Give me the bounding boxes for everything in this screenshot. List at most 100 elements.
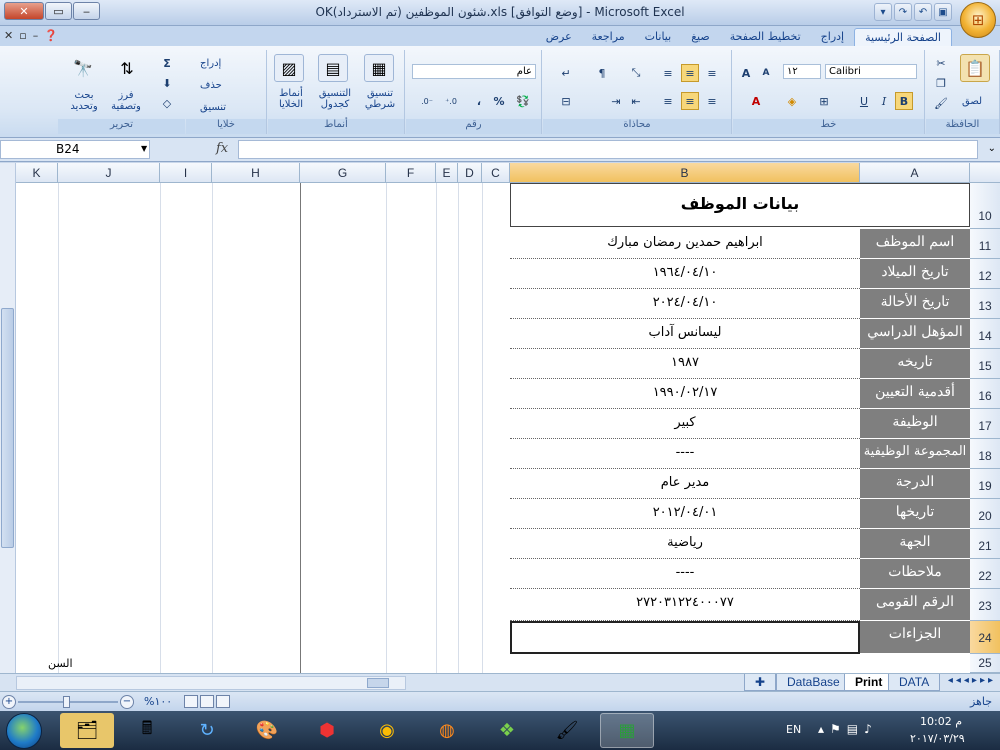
find-select-button[interactable]: بحث وتحديد: [62, 90, 106, 112]
tab-data[interactable]: بيانات: [635, 28, 682, 46]
office-button-icon[interactable]: ⊞: [960, 2, 996, 38]
sort-filter-button[interactable]: فرز وتصفية: [102, 90, 150, 112]
font-name-box[interactable]: Calibri: [825, 64, 917, 79]
format-as-table-icon[interactable]: ▤: [318, 54, 348, 82]
decrease-decimal-icon[interactable]: .0⁻: [418, 92, 436, 110]
cell-styles-button[interactable]: أنماط الخلايا: [270, 88, 312, 110]
comma-button[interactable]: ،: [470, 92, 488, 110]
column-header-j[interactable]: J: [58, 163, 160, 183]
refresh-app-icon[interactable]: ↻: [180, 713, 234, 748]
fill-icon[interactable]: ⬇: [158, 74, 176, 92]
grow-font-button[interactable]: A: [737, 64, 755, 82]
tab-home[interactable]: الصفحة الرئيسية: [854, 28, 952, 46]
align-right-icon[interactable]: ≡: [703, 92, 721, 110]
cut-icon[interactable]: ✂: [932, 54, 950, 72]
row-header[interactable]: 14: [970, 319, 1000, 349]
borders-icon[interactable]: ⊞: [815, 92, 833, 110]
cell-styles-icon[interactable]: ▨: [274, 54, 304, 82]
zoom-out-icon[interactable]: −: [120, 695, 134, 709]
sheet-tab-print[interactable]: Print: [844, 674, 894, 691]
shrink-font-button[interactable]: A: [757, 64, 775, 82]
column-header-a[interactable]: A: [860, 163, 970, 183]
formula-input[interactable]: [238, 140, 978, 159]
insert-sheet-icon[interactable]: ✚: [744, 674, 777, 691]
column-header-d[interactable]: D: [458, 163, 482, 183]
row-header[interactable]: 11: [970, 229, 1000, 259]
expand-formula-icon[interactable]: ⌄: [988, 143, 996, 154]
file-explorer-icon[interactable]: 🗂: [60, 713, 114, 748]
field-value[interactable]: ١٩٦٤/٠٤/١٠: [510, 259, 860, 289]
system-tray-icons[interactable]: ▴⚑▤♪: [818, 722, 878, 736]
field-value[interactable]: ١٩٩٠/٠٢/١٧: [510, 379, 860, 409]
row-header[interactable]: 25: [970, 654, 1000, 673]
field-value[interactable]: ٢٠٢٤/٠٤/١٠: [510, 289, 860, 319]
worksheet[interactable]: K J I H G F E D C B A بيانات الموظف 10 ا…: [0, 163, 1000, 673]
calculator-icon[interactable]: 🖩: [120, 713, 174, 748]
vertical-scrollbar[interactable]: [0, 163, 16, 673]
row-header[interactable]: 17: [970, 409, 1000, 439]
row-header-selected[interactable]: 24: [970, 621, 1000, 654]
row-header[interactable]: 23: [970, 589, 1000, 621]
field-value[interactable]: مدير عام: [510, 469, 860, 499]
horizontal-scroll-thumb[interactable]: [367, 678, 389, 688]
language-indicator[interactable]: EN: [786, 723, 801, 736]
bold-button[interactable]: B: [895, 92, 913, 110]
column-header-f[interactable]: F: [386, 163, 436, 183]
qat-dropdown-icon[interactable]: ▾: [874, 3, 892, 21]
align-bottom-icon[interactable]: ≡: [659, 64, 677, 82]
field-value[interactable]: كبير: [510, 409, 860, 439]
undo-icon[interactable]: ↶: [914, 3, 932, 21]
sheet-nav-arrows-icon[interactable]: ◂◂◂▸▸▸: [948, 675, 996, 686]
page-layout-view-icon[interactable]: [200, 695, 214, 708]
normal-view-icon[interactable]: [216, 695, 230, 708]
antivirus-icon[interactable]: ⬢: [300, 713, 354, 748]
clear-icon[interactable]: ◇: [158, 94, 176, 112]
field-value[interactable]: ١٩٨٧: [510, 349, 860, 379]
paste-button[interactable]: لصق: [962, 96, 982, 107]
sheet-tab-data[interactable]: DATA: [888, 674, 941, 691]
zoom-slider-thumb[interactable]: [63, 696, 70, 708]
italic-button[interactable]: I: [875, 92, 893, 110]
autosum-button[interactable]: Σ: [158, 54, 176, 72]
workbook-minimize-icon[interactable]: –: [33, 29, 39, 42]
conditional-formatting-button[interactable]: تنسيق شرطي: [358, 88, 402, 110]
field-value[interactable]: ----: [510, 559, 860, 589]
workbook-close-icon[interactable]: ✕: [4, 29, 13, 42]
sheet-tab-database[interactable]: DataBase: [776, 674, 851, 691]
column-header-b[interactable]: B: [510, 163, 860, 183]
find-select-icon[interactable]: 🔭: [68, 54, 98, 82]
row-header[interactable]: 16: [970, 379, 1000, 409]
row-header[interactable]: 18: [970, 439, 1000, 469]
row-header[interactable]: 22: [970, 559, 1000, 589]
chrome-icon[interactable]: ◉: [360, 713, 414, 748]
tab-insert[interactable]: إدراج: [811, 28, 854, 46]
font-size-box[interactable]: ١٢: [783, 64, 821, 79]
paste-icon[interactable]: 📋: [960, 54, 990, 82]
conditional-formatting-icon[interactable]: ▦: [364, 54, 394, 82]
row-header[interactable]: 21: [970, 529, 1000, 559]
increase-indent-icon[interactable]: ⇥: [607, 92, 625, 110]
orientation-icon[interactable]: ⤡: [627, 64, 645, 82]
horizontal-scrollbar[interactable]: [16, 676, 406, 690]
page-break-preview-icon[interactable]: [184, 695, 198, 708]
increase-decimal-icon[interactable]: ⁺.0: [442, 92, 460, 110]
chevron-down-icon[interactable]: ▼: [141, 144, 147, 153]
tab-formulas[interactable]: صيغ: [681, 28, 720, 46]
column-header-k[interactable]: K: [16, 163, 58, 183]
underline-button[interactable]: U: [855, 92, 873, 110]
percent-button[interactable]: %: [490, 92, 508, 110]
copy-icon[interactable]: ❐: [932, 74, 950, 92]
row-header[interactable]: 10: [970, 183, 1000, 229]
format-as-table-button[interactable]: التنسيق كجدول: [312, 88, 358, 110]
zoom-in-icon[interactable]: +: [2, 695, 16, 709]
field-value[interactable]: ٢٠١٢/٠٤/٠١: [510, 499, 860, 529]
field-value[interactable]: ----: [510, 439, 860, 469]
sort-filter-icon[interactable]: ⇅: [112, 54, 142, 82]
row-header[interactable]: 19: [970, 469, 1000, 499]
column-header-e[interactable]: E: [436, 163, 458, 183]
tab-review[interactable]: مراجعة: [582, 28, 635, 46]
field-value[interactable]: ٢٧٢٠٣١٢٢٤٠٠٠٧٧: [510, 589, 860, 621]
currency-icon[interactable]: 💱: [514, 92, 532, 110]
tab-view[interactable]: عرض: [536, 28, 582, 46]
paint-brush-icon[interactable]: 🖌: [540, 713, 594, 748]
